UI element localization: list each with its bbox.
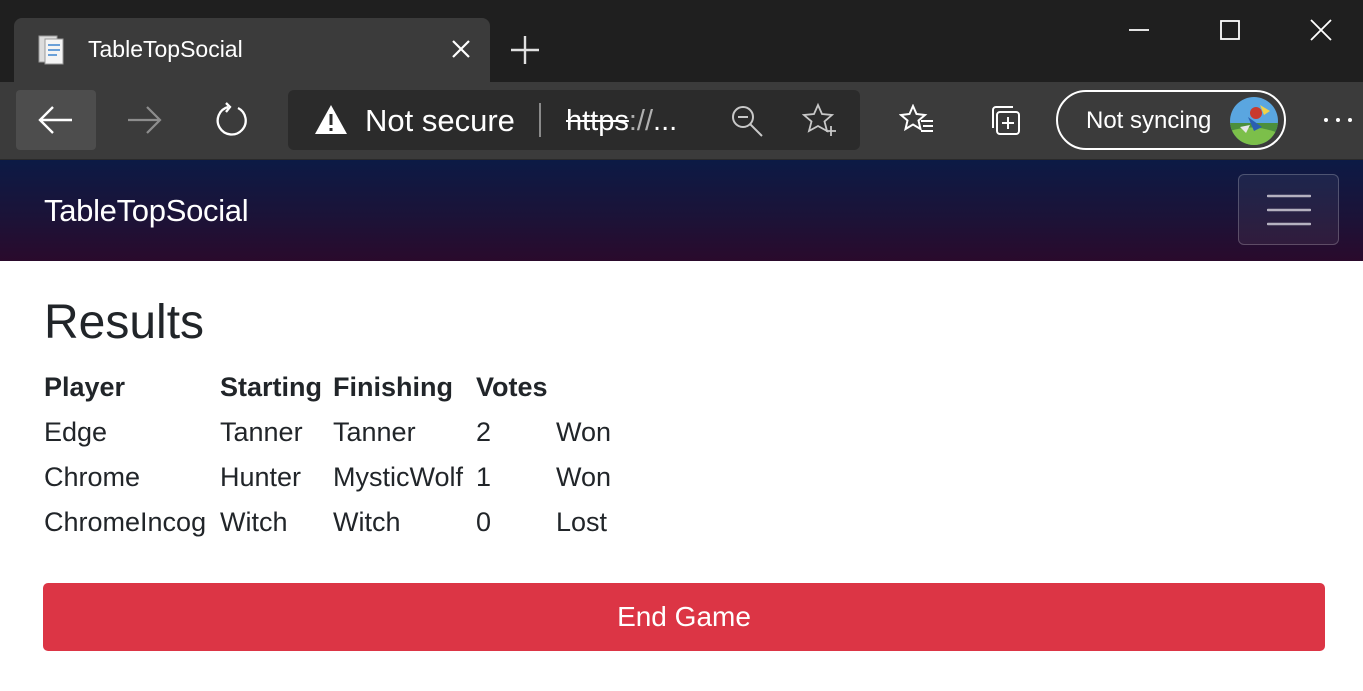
end-game-button[interactable]: End Game — [43, 583, 1325, 651]
browser-toolbar: Not secure https://... Not syncing — [0, 82, 1363, 160]
cell-votes: 1 — [476, 462, 492, 492]
cell-outcome: Won — [556, 462, 612, 492]
minimize-button[interactable] — [1094, 0, 1184, 60]
maximize-button[interactable] — [1185, 0, 1275, 60]
cell-finishing: MysticWolf — [333, 462, 464, 492]
navbar-brand[interactable]: TableTopSocial — [44, 193, 249, 229]
column-header-outcome — [556, 365, 636, 410]
collections-icon — [992, 106, 1020, 135]
back-arrow-icon — [38, 106, 72, 134]
browser-tab[interactable]: TableTopSocial — [14, 18, 490, 82]
page-document-icon — [36, 34, 68, 66]
column-header-player: Player — [44, 372, 126, 402]
add-favorite-icon[interactable] — [801, 102, 838, 138]
maximize-icon — [1220, 20, 1240, 40]
cell-starting: Tanner — [220, 417, 303, 447]
refresh-button[interactable] — [192, 90, 272, 150]
url-ellipsis: ... — [653, 105, 678, 137]
cell-player: Chrome — [44, 462, 141, 492]
more-button[interactable] — [1310, 90, 1363, 150]
cell-outcome: Won — [556, 417, 612, 447]
url-scheme: https — [566, 105, 629, 137]
collections-button[interactable] — [975, 90, 1035, 150]
column-header-finishing: Finishing — [333, 372, 453, 402]
browser-titlebar: TableTopSocial — [0, 0, 1363, 82]
address-bar[interactable]: Not secure https://... — [288, 90, 860, 150]
column-header-votes: Votes — [476, 372, 548, 402]
page-title: Results — [44, 296, 205, 349]
cell-votes: 0 — [476, 507, 492, 537]
minimize-icon — [1129, 29, 1149, 31]
tab-close-icon[interactable] — [450, 38, 472, 60]
site-navbar: TableTopSocial — [0, 160, 1363, 261]
cell-player: Edge — [44, 417, 108, 447]
url-rest: :// — [628, 105, 654, 137]
tab-title: TableTopSocial — [88, 36, 243, 62]
forward-button[interactable] — [104, 90, 184, 150]
security-status-label[interactable]: Not secure — [365, 103, 515, 139]
sync-status-label: Not syncing — [1086, 107, 1212, 134]
warning-icon — [314, 104, 348, 136]
window-close-button[interactable] — [1276, 0, 1363, 60]
table-row: Chrome Hunter MysticWolf 1 Won — [44, 455, 636, 500]
cell-outcome: Lost — [556, 507, 608, 537]
column-header-starting: Starting — [220, 372, 323, 402]
cell-starting: Hunter — [220, 462, 302, 492]
main-content: Results Player Starting Finishing Votes … — [0, 261, 1363, 691]
hamburger-menu-icon — [1267, 194, 1311, 226]
cell-votes: 2 — [476, 417, 492, 447]
navbar-toggle-button[interactable] — [1238, 174, 1339, 245]
close-icon — [1310, 19, 1332, 41]
results-table: Player Starting Finishing Votes Edge Tan… — [44, 365, 636, 545]
favorites-button[interactable] — [887, 90, 947, 150]
table-row: Edge Tanner Tanner 2 Won — [44, 410, 636, 455]
zoom-out-icon[interactable] — [730, 104, 764, 138]
cell-finishing: Witch — [333, 507, 401, 537]
new-tab-icon[interactable] — [508, 33, 542, 67]
cell-finishing: Tanner — [333, 417, 416, 447]
cell-starting: Witch — [220, 507, 288, 537]
back-button[interactable] — [16, 90, 96, 150]
more-icon — [1324, 118, 1352, 122]
cell-player: ChromeIncog — [44, 507, 207, 537]
url-text[interactable]: https://... — [566, 105, 677, 138]
profile-sync-button[interactable]: Not syncing — [1056, 90, 1286, 150]
table-header-row: Player Starting Finishing Votes — [44, 365, 636, 410]
address-divider — [539, 103, 541, 137]
table-row: ChromeIncog Witch Witch 0 Lost — [44, 500, 636, 545]
refresh-icon — [216, 102, 247, 136]
forward-arrow-icon — [128, 106, 162, 134]
avatar — [1230, 97, 1278, 145]
favorites-icon — [899, 104, 933, 132]
